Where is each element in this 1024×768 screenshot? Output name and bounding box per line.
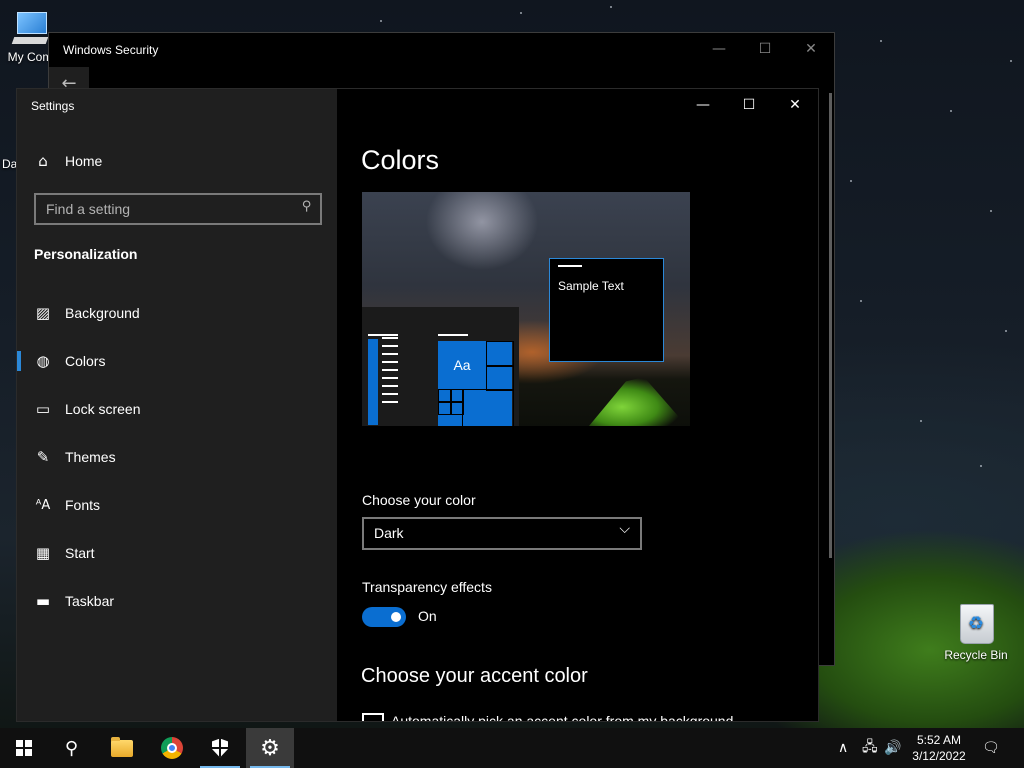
transparency-toggle[interactable] bbox=[362, 607, 406, 627]
preview-window: Sample Text bbox=[549, 258, 664, 362]
palette-icon: ◍ bbox=[36, 352, 50, 370]
shield-icon bbox=[212, 738, 228, 758]
show-hidden-icons-button[interactable]: ∧ bbox=[838, 728, 848, 768]
preview-tiles: Aa bbox=[438, 341, 514, 426]
chrome-icon bbox=[161, 737, 183, 759]
accent-heading: Choose your accent color bbox=[361, 665, 588, 687]
theme-preview: Aa Sample Text bbox=[362, 192, 690, 426]
folder-icon bbox=[111, 736, 133, 757]
brush-icon: ✎ bbox=[36, 448, 50, 466]
scrollbar[interactable] bbox=[829, 93, 832, 558]
transparency-label: Transparency effects bbox=[362, 579, 492, 595]
settings-sidebar: Settings ⌂ Home Find a setting ⚲ Persona… bbox=[17, 89, 337, 721]
clock[interactable]: 5:52 AM 3/12/2022 bbox=[904, 732, 974, 764]
sidebar-item-label: Start bbox=[65, 545, 95, 561]
preview-tile-label: Aa bbox=[438, 341, 487, 390]
sidebar-item-lock-screen[interactable]: ▭ Lock screen bbox=[17, 387, 337, 431]
preview-tent-image bbox=[584, 377, 690, 426]
windows-logo-icon bbox=[16, 740, 32, 756]
dropdown-value: Dark bbox=[374, 525, 404, 541]
close-button[interactable]: ✕ bbox=[772, 89, 818, 121]
window-controls: — ☐ ✕ bbox=[680, 89, 818, 121]
taskbar: ⚲ ⚙ ∧ 🖧 🔊 5:52 AM 3/12/2022 🗨 bbox=[0, 728, 1024, 768]
minimize-button[interactable]: — bbox=[696, 33, 742, 65]
desktop-icon-label: My Com bbox=[7, 50, 53, 64]
search-icon: ⚲ bbox=[302, 199, 312, 214]
page-title: Colors bbox=[361, 145, 440, 175]
search-icon: ⚲ bbox=[65, 737, 79, 759]
close-button[interactable]: ✕ bbox=[788, 33, 834, 65]
computer-icon bbox=[11, 10, 49, 46]
desktop-icon-label: Recycle Bin bbox=[944, 648, 1008, 662]
taskbar-search-button[interactable]: ⚲ bbox=[48, 728, 96, 768]
window-title: Windows Security bbox=[63, 43, 159, 57]
fonts-icon: ᴬA bbox=[35, 497, 51, 513]
volume-icon: 🔊 bbox=[884, 740, 902, 756]
search-input[interactable]: Find a setting ⚲ bbox=[34, 193, 322, 225]
volume-button[interactable]: 🔊 bbox=[884, 728, 901, 768]
taskbar-chrome[interactable] bbox=[148, 728, 196, 768]
sidebar-item-label: Fonts bbox=[65, 497, 101, 513]
search-placeholder: Find a setting bbox=[46, 201, 131, 217]
network-button[interactable]: 🖧 bbox=[862, 728, 878, 768]
sidebar-item-label: Taskbar bbox=[65, 593, 115, 609]
sidebar-item-taskbar[interactable]: ▬ Taskbar bbox=[17, 579, 337, 623]
nav-home[interactable]: ⌂ Home bbox=[17, 139, 337, 183]
chevron-down-icon: ⌵ bbox=[619, 521, 630, 537]
gear-icon: ⚙ bbox=[260, 735, 280, 761]
start-tiles-icon: ▦ bbox=[35, 544, 51, 562]
maximize-button[interactable]: ☐ bbox=[726, 89, 772, 121]
auto-accent-checkbox[interactable] bbox=[362, 713, 384, 721]
preview-sample-text: Sample Text bbox=[558, 279, 624, 293]
sidebar-item-themes[interactable]: ✎ Themes bbox=[17, 435, 337, 479]
clock-time: 5:52 AM bbox=[916, 733, 962, 747]
settings-content: — ☐ ✕ Colors Aa Sample Text Choose your … bbox=[337, 89, 818, 721]
sidebar-item-label: Colors bbox=[65, 353, 106, 369]
taskbar-file-explorer[interactable] bbox=[98, 728, 146, 768]
window-controls: — ☐ ✕ bbox=[696, 33, 834, 65]
network-icon: 🖧 bbox=[862, 739, 878, 755]
recycle-bin-icon bbox=[956, 600, 996, 644]
home-icon: ⌂ bbox=[38, 152, 48, 170]
taskbar-windows-security[interactable] bbox=[196, 728, 244, 768]
lock-screen-icon: ▭ bbox=[35, 400, 51, 418]
auto-accent-label: Automatically pick an accent color from … bbox=[391, 713, 734, 722]
sidebar-item-start[interactable]: ▦ Start bbox=[17, 531, 337, 575]
maximize-button[interactable]: ☐ bbox=[742, 33, 788, 65]
notification-icon: 🗨 bbox=[982, 740, 1000, 756]
sidebar-item-colors[interactable]: ◍ Colors bbox=[17, 339, 337, 383]
section-heading: Personalization bbox=[34, 246, 138, 262]
sidebar-item-label: Lock screen bbox=[65, 401, 141, 417]
sidebar-item-background[interactable]: ▨ Background bbox=[17, 291, 337, 335]
window-title: Settings bbox=[31, 99, 75, 113]
choose-color-label: Choose your color bbox=[362, 492, 476, 508]
desktop-icon-recycle-bin[interactable]: Recycle Bin bbox=[938, 600, 1014, 662]
toggle-state-label: On bbox=[418, 608, 437, 624]
taskbar-icon: ▬ bbox=[35, 592, 51, 610]
preview-start-menu: Aa bbox=[362, 307, 519, 426]
notifications-button[interactable]: 🗨 bbox=[982, 728, 1000, 768]
clock-date: 3/12/2022 bbox=[912, 749, 966, 763]
minimize-button[interactable]: — bbox=[680, 89, 726, 121]
picture-icon: ▨ bbox=[35, 304, 51, 322]
start-button[interactable] bbox=[0, 728, 48, 768]
choose-color-dropdown[interactable]: Dark ⌵ bbox=[362, 517, 642, 550]
nav-label: Home bbox=[65, 153, 103, 169]
sidebar-item-fonts[interactable]: ᴬA Fonts bbox=[17, 483, 337, 527]
taskbar-settings[interactable]: ⚙ bbox=[246, 728, 294, 768]
chevron-up-icon: ∧ bbox=[838, 740, 849, 756]
sidebar-item-label: Themes bbox=[65, 449, 116, 465]
sidebar-item-label: Background bbox=[65, 305, 140, 321]
settings-window: Settings ⌂ Home Find a setting ⚲ Persona… bbox=[16, 88, 819, 722]
